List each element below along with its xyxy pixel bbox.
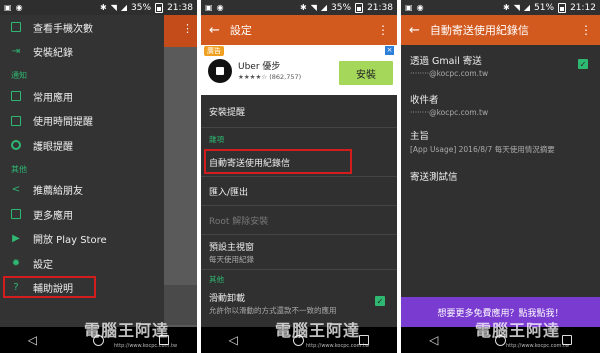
battery-icon	[355, 2, 364, 13]
battery-percent: 35%	[131, 2, 152, 13]
setting-send-test-mail[interactable]: 寄送測試信	[401, 160, 600, 192]
section-header-other: 其他	[209, 275, 224, 284]
watermark-logo: 電腦王阿達	[84, 321, 170, 340]
highlight-box-auto-send	[204, 149, 352, 174]
notification-icon: ◉	[216, 2, 224, 12]
back-arrow-icon[interactable]: ←	[409, 23, 420, 38]
battery-icon	[155, 2, 164, 13]
drawer-item-play-store[interactable]: ▶ 開放 Play Store	[0, 227, 164, 252]
timer-icon	[11, 115, 21, 126]
notification-icon: ▣	[405, 2, 413, 12]
bluetooth-icon: ✱	[503, 2, 510, 12]
share-icon: <	[11, 184, 21, 196]
signal-icon: ◢	[523, 2, 531, 12]
play-store-icon: ▶	[12, 233, 20, 245]
back-button[interactable]: ◁	[429, 334, 438, 346]
notification-icon: ▣	[205, 2, 213, 12]
ad-close-icon[interactable]: ×	[385, 46, 394, 55]
back-button[interactable]: ◁	[28, 334, 37, 346]
watermark-url: http://www.kocpc.com.tw	[114, 343, 178, 349]
screenshot-collage: ▣ ◉ ✱ ◥ ◢ 35% 21:38 ⋮ 查看手機次數 ⇥ 安裝紀錄 通知 常…	[0, 0, 600, 353]
clock: 21:12	[570, 2, 596, 13]
status-bar: ▣ ◉ ✱ ◥ ◢ 51% 21:12	[401, 0, 600, 15]
watermark-url: http://www.kocpc.com.tw	[306, 343, 370, 349]
setting-root-uninstall[interactable]: Root 解除安裝	[201, 206, 397, 235]
overflow-menu-icon: ⋮	[182, 22, 193, 35]
install-log-icon: ⇥	[11, 46, 21, 58]
notification-icon: ▣	[4, 2, 12, 12]
eye-care-icon	[11, 140, 21, 151]
setting-subject[interactable]: 主旨 [App Usage] 2016/8/7 每天使用情況摘要	[401, 123, 600, 160]
drawer-item-settings[interactable]: ✹ 設定	[0, 251, 164, 276]
clock: 21:38	[367, 2, 393, 13]
wifi-icon: ◥	[110, 2, 117, 12]
settings-list: 安裝提醒 雜項 自動寄送使用紀錄信 匯入/匯出 Root 解除安裝 預設主視窗 …	[201, 95, 397, 318]
setting-send-via-gmail[interactable]: 透過 Gmail 寄送 ········@kocpc.com.tw ✓	[401, 45, 600, 86]
notification-icon: ◉	[416, 2, 424, 12]
back-button[interactable]: ◁	[229, 334, 238, 346]
phone-screen-drawer: ▣ ◉ ✱ ◥ ◢ 35% 21:38 ⋮ 查看手機次數 ⇥ 安裝紀錄 通知 常…	[0, 0, 197, 353]
auto-send-settings-list: 透過 Gmail 寄送 ········@kocpc.com.tw ✓ 收件者 …	[401, 45, 600, 192]
highlight-box-settings	[3, 276, 96, 298]
gear-icon: ✹	[11, 257, 21, 269]
battery-icon	[558, 2, 567, 13]
phone-screen-settings: ▣ ◉ ✱ ◥ ◢ 35% 21:38 ← 設定 ⋮ 廣告 × Uber 優步 …	[201, 0, 397, 353]
clock: 21:38	[167, 2, 193, 13]
ad-install-button[interactable]: 安裝	[339, 61, 393, 85]
drawer-item-eye-care[interactable]: 護眼提醒	[0, 133, 164, 158]
app-toolbar: ← 自動寄送使用紀錄信 ⋮	[401, 15, 600, 45]
signal-icon: ◢	[120, 2, 128, 12]
drawer-item-install-log[interactable]: ⇥ 安裝紀錄	[0, 40, 164, 65]
section-header-misc: 雜項	[209, 135, 224, 144]
ad-banner[interactable]: 廣告 × Uber 優步 ★★★★☆ (862,757) 安裝	[201, 45, 397, 95]
drawer-section-notify: 通知	[11, 71, 27, 80]
background-screen	[164, 15, 197, 327]
watermark-url: http://www.kocpc.com.tw	[506, 343, 570, 349]
setting-swipe-uninstall[interactable]: 滑動卸載 允許你以滑動的方式還款不一致的應用 ✓	[201, 288, 397, 318]
bluetooth-icon: ✱	[100, 2, 107, 12]
more-apps-icon	[11, 209, 21, 220]
toolbar-title: 自動寄送使用紀錄信	[429, 24, 529, 37]
setting-recipient[interactable]: 收件者 ········@kocpc.com.tw	[401, 86, 600, 123]
ad-app-name: Uber 優步	[238, 62, 281, 72]
overflow-menu-icon[interactable]: ⋮	[377, 23, 389, 37]
phone-screen-auto-send: ▣ ◉ ✱ ◥ ◢ 51% 21:12 ← 自動寄送使用紀錄信 ⋮ 透過 Gma…	[401, 0, 600, 353]
signal-icon: ◢	[320, 2, 328, 12]
ad-label: 廣告	[204, 46, 224, 56]
app-toolbar: ← 設定 ⋮	[201, 15, 397, 45]
battery-percent: 51%	[534, 2, 555, 13]
drawer-item-share[interactable]: < 推薦給朋友	[0, 178, 164, 203]
battery-percent: 35%	[331, 2, 352, 13]
bluetooth-icon: ✱	[300, 2, 307, 12]
drawer-section-other: 其他	[11, 164, 27, 174]
notification-icon: ◉	[15, 2, 23, 12]
ad-rating: ★★★★☆ (862,757)	[238, 73, 302, 81]
watermark-logo: 電腦王阿達	[475, 321, 561, 340]
setting-default-view[interactable]: 預設主視窗 每天使用紀錄	[201, 235, 397, 270]
drawer-item-usage-reminder[interactable]: 使用時間提醒	[0, 109, 164, 134]
gmail-checkbox[interactable]: ✓	[578, 59, 588, 69]
drawer-item-frequent-apps[interactable]: 常用應用	[0, 84, 164, 109]
apps-grid-icon	[11, 91, 21, 102]
drawer-item-phone-count[interactable]: 查看手機次數	[0, 15, 164, 40]
overflow-menu-icon[interactable]: ⋮	[580, 23, 592, 37]
back-arrow-icon[interactable]: ←	[209, 23, 220, 38]
status-bar: ▣ ◉ ✱ ◥ ◢ 35% 21:38	[201, 0, 397, 15]
uber-logo-icon	[208, 59, 232, 83]
wifi-icon: ◥	[310, 2, 317, 12]
setting-import-export[interactable]: 匯入/匯出	[201, 177, 397, 206]
swipe-uninstall-checkbox[interactable]: ✓	[375, 296, 385, 306]
phone-count-icon	[11, 22, 21, 33]
toolbar-title: 設定	[229, 24, 252, 37]
status-bar: ▣ ◉ ✱ ◥ ◢ 35% 21:38	[0, 0, 197, 15]
watermark-logo: 電腦王阿達	[275, 321, 361, 340]
drawer-item-more-apps[interactable]: 更多應用	[0, 202, 164, 227]
setting-install-alert[interactable]: 安裝提醒	[201, 95, 397, 128]
wifi-icon: ◥	[513, 2, 520, 12]
